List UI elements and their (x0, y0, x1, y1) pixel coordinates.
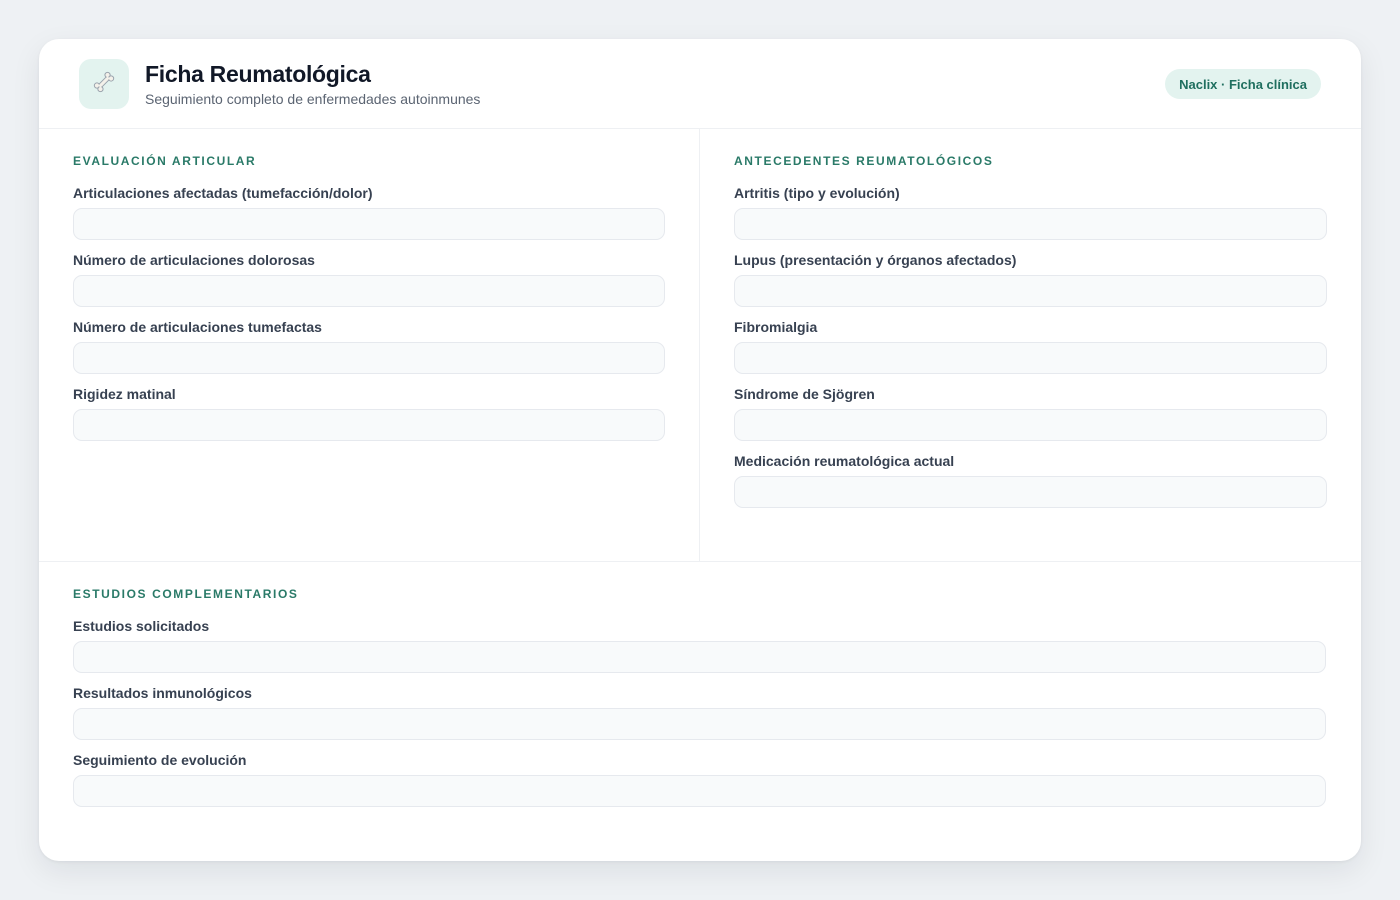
field-label: Número de articulaciones dolorosas (73, 252, 315, 268)
field-label: Articulaciones afectadas (tumefacción/do… (73, 185, 373, 201)
rheumatology-form-card: Ficha Reumatológica Seguimiento completo… (39, 39, 1361, 861)
page-subtitle: Seguimiento completo de enfermedades aut… (145, 91, 481, 107)
field-articulaciones-dolorosas: Número de articulaciones dolorosas (73, 251, 665, 307)
articulaciones-tumefactas-input[interactable] (73, 342, 665, 374)
section-antecedentes-reumatologicos: ANTECEDENTES REUMATOLÓGICOS Artritis (ti… (734, 154, 1327, 519)
field-artritis: Artritis (tipo y evolución) (734, 184, 1327, 240)
field-estudios-solicitados: Estudios solicitados (73, 617, 1326, 673)
section-title: ESTUDIOS COMPLEMENTARIOS (73, 587, 299, 601)
field-sjogren: Síndrome de Sjögren (734, 385, 1327, 441)
field-label: Lupus (presentación y órganos afectados) (734, 252, 1017, 268)
field-rigidez-matinal: Rigidez matinal (73, 385, 665, 441)
field-fibromialgia: Fibromialgia (734, 318, 1327, 374)
field-articulaciones-tumefactas: Número de articulaciones tumefactas (73, 318, 665, 374)
field-label: Seguimiento de evolución (73, 752, 247, 768)
fibromialgia-input[interactable] (734, 342, 1327, 374)
column-divider (699, 129, 700, 561)
field-label: Síndrome de Sjögren (734, 386, 875, 402)
medicacion-actual-input[interactable] (734, 476, 1327, 508)
section-title: EVALUACIÓN ARTICULAR (73, 154, 257, 168)
rigidez-matinal-input[interactable] (73, 409, 665, 441)
field-label: Número de articulaciones tumefactas (73, 319, 322, 335)
field-seguimiento-evolucion: Seguimiento de evolución (73, 751, 1326, 807)
section-evaluacion-articular: EVALUACIÓN ARTICULAR Articulaciones afec… (73, 154, 665, 452)
seguimiento-evolucion-input[interactable] (73, 775, 1326, 807)
section-estudios-complementarios: ESTUDIOS COMPLEMENTARIOS Estudios solici… (73, 587, 1326, 818)
page-title: Ficha Reumatológica (145, 61, 371, 87)
field-medicacion-actual: Medicación reumatológica actual (734, 452, 1327, 508)
sjogren-input[interactable] (734, 409, 1327, 441)
field-label: Artritis (tipo y evolución) (734, 185, 900, 201)
app-badge: Naclix · Ficha clínica (1165, 69, 1321, 99)
section-title: ANTECEDENTES REUMATOLÓGICOS (734, 154, 994, 168)
articulaciones-afectadas-input[interactable] (73, 208, 665, 240)
bone-icon (91, 69, 117, 100)
field-label: Resultados inmunológicos (73, 685, 252, 701)
lupus-input[interactable] (734, 275, 1327, 307)
estudios-solicitados-input[interactable] (73, 641, 1326, 673)
artritis-input[interactable] (734, 208, 1327, 240)
field-articulaciones-afectadas: Articulaciones afectadas (tumefacción/do… (73, 184, 665, 240)
section-divider (39, 561, 1361, 562)
field-label: Estudios solicitados (73, 618, 210, 634)
form-header: Ficha Reumatológica Seguimiento completo… (39, 39, 1361, 129)
field-label: Rigidez matinal (73, 386, 176, 402)
field-label: Fibromialgia (734, 319, 818, 335)
articulaciones-dolorosas-input[interactable] (73, 275, 665, 307)
resultados-inmunologicos-input[interactable] (73, 708, 1326, 740)
field-resultados-inmunologicos: Resultados inmunológicos (73, 684, 1326, 740)
logo (79, 59, 129, 109)
field-label: Medicación reumatológica actual (734, 453, 955, 469)
field-lupus: Lupus (presentación y órganos afectados) (734, 251, 1327, 307)
